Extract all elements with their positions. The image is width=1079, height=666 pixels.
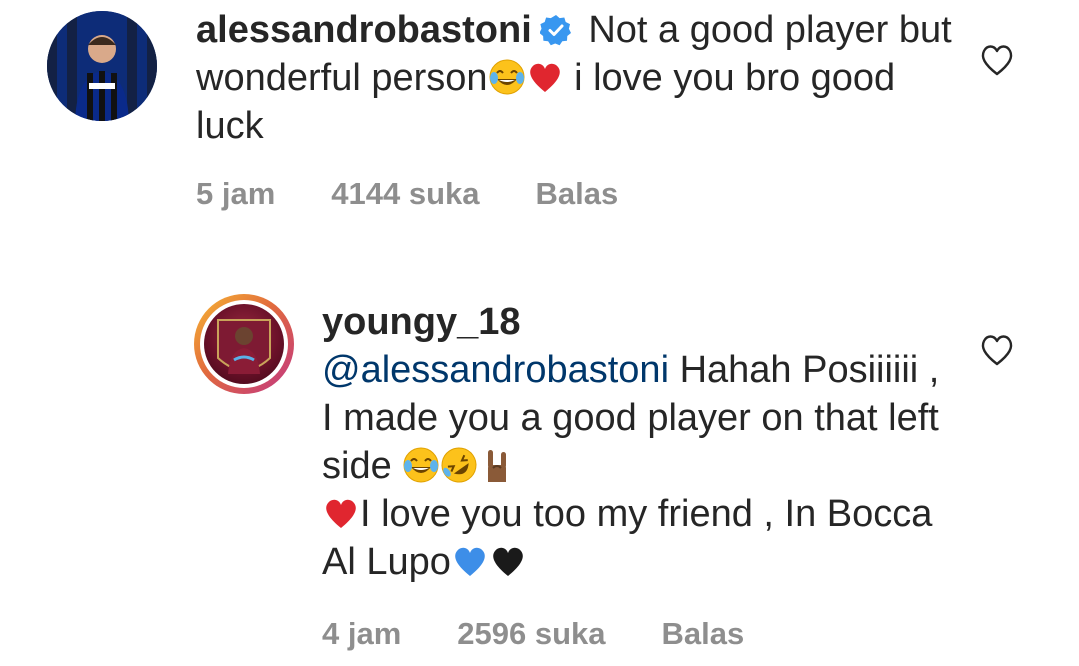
like-count[interactable]: 4144 suka <box>331 176 479 211</box>
comment-username[interactable]: youngy_18 <box>322 301 521 343</box>
like-heart-icon[interactable] <box>979 43 1015 77</box>
like-heart-icon[interactable] <box>979 333 1015 367</box>
blue-heart-emoji-icon <box>455 547 485 576</box>
mention-link[interactable]: @alessandrobastoni <box>322 349 669 391</box>
comment-username[interactable]: alessandrobastoni <box>196 9 532 51</box>
black-heart-emoji-icon <box>493 547 523 576</box>
reply-button[interactable]: Balas <box>662 616 745 651</box>
like-count[interactable]: 2596 suka <box>457 616 605 651</box>
avatar[interactable] <box>194 294 294 394</box>
comment-meta: 5 jam 4144 suka Balas <box>196 176 674 212</box>
comment-meta: 4 jam 2596 suka Balas <box>322 616 800 652</box>
comment-timestamp: 5 jam <box>196 176 276 211</box>
tears-of-joy-emoji-icon <box>489 59 525 95</box>
red-heart-emoji-icon <box>326 499 356 528</box>
verified-badge-icon <box>539 15 571 46</box>
comment-reply-item: youngy_18 @alessandrobastoni Hahah Posii… <box>0 280 1079 666</box>
player-photo-icon <box>217 319 271 374</box>
red-heart-emoji-icon <box>529 63 560 92</box>
comment-text: alessandrobastoni Not a good player but … <box>196 6 956 150</box>
reply-button[interactable]: Balas <box>536 176 619 211</box>
rolling-laughing-emoji-icon <box>441 447 477 483</box>
comment-text: youngy_18 @alessandrobastoni Hahah Posii… <box>322 298 942 586</box>
comment-item: alessandrobastoni Not a good player but … <box>0 0 1079 230</box>
tears-of-joy-emoji-icon <box>403 447 439 483</box>
avatar[interactable] <box>47 11 157 121</box>
avatar-image <box>47 11 157 121</box>
avatar-image <box>204 304 284 384</box>
comment-timestamp: 4 jam <box>322 616 402 651</box>
sign-of-horns-emoji-icon <box>488 450 507 482</box>
comment-body-part: I love you too my friend , In Bocca Al L… <box>322 493 933 583</box>
